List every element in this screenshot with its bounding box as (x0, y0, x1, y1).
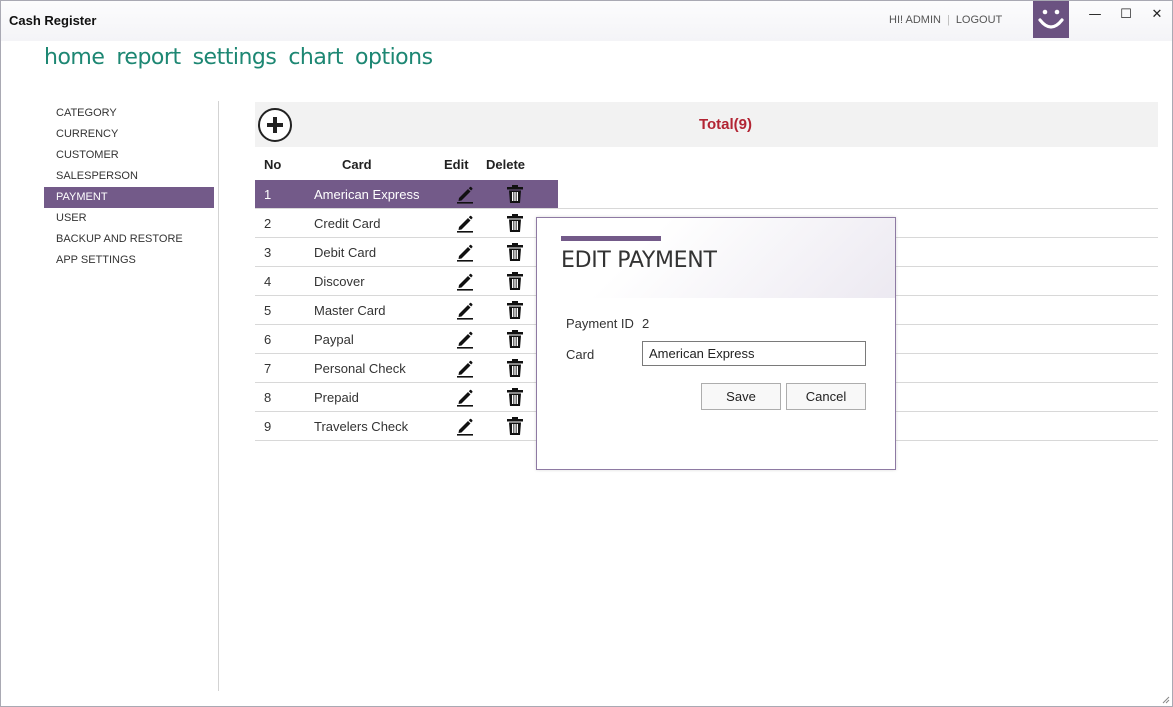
pencil-icon[interactable] (455, 271, 475, 291)
sidebar-item-backup-restore[interactable]: BACKUP AND RESTORE (44, 229, 214, 250)
nav-home[interactable]: home (44, 45, 105, 70)
column-header-edit: Edit (444, 157, 469, 172)
pencil-icon[interactable] (455, 416, 475, 436)
table-header: No Card Edit Delete (255, 147, 1158, 180)
row-card-name: Paypal (314, 332, 354, 347)
nav-settings[interactable]: settings (193, 45, 277, 70)
payment-id-label: Payment ID (566, 316, 634, 331)
trash-icon[interactable] (506, 242, 524, 262)
row-card-name: Credit Card (314, 216, 381, 231)
trash-icon[interactable] (506, 329, 524, 349)
trash-icon[interactable] (506, 300, 524, 320)
sidebar-item-salesperson[interactable]: SALESPERSON (44, 166, 214, 187)
sidebar-item-customer[interactable]: CUSTOMER (44, 145, 214, 166)
panel-toolbar: Total(9) (255, 102, 1158, 147)
dialog-accent-bar (561, 236, 661, 241)
pencil-icon[interactable] (455, 184, 475, 204)
maximize-button[interactable]: ☐ (1116, 7, 1136, 23)
row-card-name: Master Card (314, 303, 386, 318)
row-number: 5 (264, 303, 272, 318)
main-nav: home report settings chart options (44, 45, 445, 70)
row-card-name: Prepaid (314, 390, 359, 405)
row-number: 7 (264, 361, 272, 376)
trash-icon[interactable] (506, 271, 524, 291)
smiley-icon-svg (1038, 9, 1064, 29)
column-header-delete: Delete (486, 157, 526, 172)
cancel-button[interactable]: Cancel (786, 383, 866, 410)
column-header-card: Card (342, 157, 372, 172)
logout-link[interactable]: LOGOUT (956, 14, 1002, 26)
app-window: Cash Register HI! ADMIN | LOGOUT — ☐ ✕ hom… (0, 0, 1173, 707)
dialog-header: EDIT PAYMENT (537, 218, 895, 298)
user-links: HI! ADMIN | LOGOUT (889, 14, 1002, 26)
title-bar: Cash Register HI! ADMIN | LOGOUT — ☐ ✕ (1, 1, 1172, 41)
row-number: 9 (264, 419, 272, 434)
nav-options[interactable]: options (355, 45, 433, 70)
trash-icon[interactable] (506, 184, 524, 204)
greeting-link[interactable]: HI! ADMIN (889, 14, 941, 26)
row-number: 3 (264, 245, 272, 260)
trash-icon[interactable] (506, 358, 524, 378)
sidebar-item-category[interactable]: CATEGORY (44, 103, 214, 124)
row-card-name: Travelers Check (314, 419, 409, 434)
column-header-no: No (264, 157, 282, 172)
row-number: 2 (264, 216, 272, 231)
link-separator: | (946, 14, 950, 26)
minimize-button[interactable]: — (1085, 7, 1105, 23)
row-card-name: Discover (314, 274, 365, 289)
sidebar-item-app-settings[interactable]: APP SETTINGS (44, 250, 214, 271)
pencil-icon[interactable] (455, 329, 475, 349)
trash-icon[interactable] (506, 387, 524, 407)
edit-payment-dialog: EDIT PAYMENT Payment ID 2 Card Save Canc… (536, 217, 896, 470)
card-input[interactable] (642, 341, 866, 366)
sidebar-item-currency[interactable]: CURRENCY (44, 124, 214, 145)
app-title: Cash Register (9, 13, 97, 28)
row-number: 8 (264, 390, 272, 405)
row-number: 1 (264, 187, 272, 202)
nav-report[interactable]: report (116, 45, 181, 70)
row-card-name: Personal Check (314, 361, 406, 376)
resize-grip-icon[interactable] (1160, 694, 1170, 704)
sidebar-item-user[interactable]: USER (44, 208, 214, 229)
settings-sidebar: CATEGORY CURRENCY CUSTOMER SALESPERSON P… (44, 103, 214, 271)
pencil-icon[interactable] (455, 300, 475, 320)
dialog-title: EDIT PAYMENT (561, 248, 717, 273)
row-card-name: American Express (314, 187, 420, 202)
pencil-icon[interactable] (455, 213, 475, 233)
table-row[interactable]: 1 American Express (255, 180, 1158, 209)
payment-id-value: 2 (642, 316, 650, 331)
row-number: 6 (264, 332, 272, 347)
pencil-icon[interactable] (455, 387, 475, 407)
row-number: 4 (264, 274, 272, 289)
sidebar-item-payment[interactable]: PAYMENT (44, 187, 214, 208)
close-button[interactable]: ✕ (1147, 7, 1167, 23)
row-card-name: Debit Card (314, 245, 377, 260)
nav-chart[interactable]: chart (288, 45, 343, 70)
pencil-icon[interactable] (455, 358, 475, 378)
pencil-icon[interactable] (455, 242, 475, 262)
save-button[interactable]: Save (701, 383, 781, 410)
card-label: Card (566, 347, 595, 362)
smiley-icon (1033, 1, 1069, 38)
trash-icon[interactable] (506, 213, 524, 233)
total-count: Total(9) (698, 116, 753, 133)
trash-icon[interactable] (506, 416, 524, 436)
sidebar-divider (218, 101, 219, 691)
